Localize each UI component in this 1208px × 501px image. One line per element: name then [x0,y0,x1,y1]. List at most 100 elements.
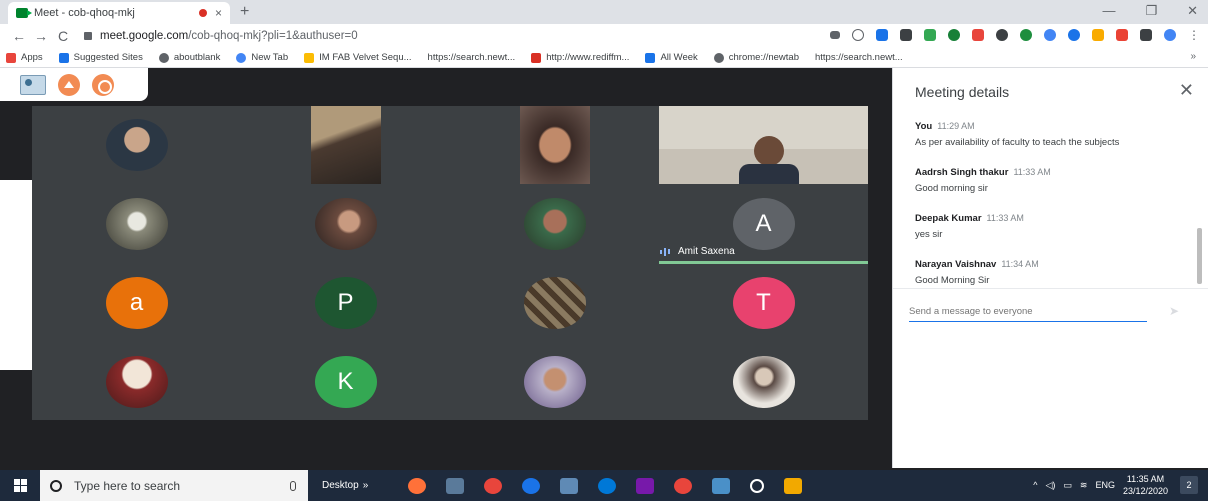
participant-tile[interactable] [450,343,659,421]
bookmark-item[interactable]: Apps [6,52,43,63]
clock[interactable]: 11:35 AM 23/12/2020 [1123,473,1168,497]
bookmark-item[interactable]: aboutblank [158,52,220,63]
address-bar: ← → C meet.google.com /cob-qhoq-mkj?pli=… [0,24,1208,48]
bookmark-item[interactable]: All Week [645,52,698,63]
participant-tile[interactable] [450,185,659,263]
bookmark-item[interactable]: http://www.rediffm... [531,52,629,63]
participant-avatar: a [105,277,168,329]
settings-gear-icon[interactable] [750,478,765,493]
extension-icon[interactable] [1044,29,1056,41]
url-path: /cob-qhoq-mkj?pli=1&authuser=0 [188,30,358,42]
extension-icon[interactable] [948,29,960,41]
new-tab-button[interactable]: + [240,3,249,21]
extension-icon[interactable] [1068,29,1080,41]
photos-icon[interactable] [446,477,465,494]
extension-warning-icon[interactable] [58,73,80,96]
minimize-button[interactable]: — [1102,3,1115,19]
meeting-info-icon[interactable] [20,74,46,95]
participant-tile[interactable] [241,106,450,184]
bookmark-label: http://www.rediffm... [546,52,630,63]
restore-button[interactable]: ❐ [1145,3,1157,19]
extension-icon[interactable] [1020,29,1032,41]
bookmark-item[interactable]: Suggested Sites [58,52,143,63]
extension-icon[interactable] [900,29,912,41]
bookmark-label: https://search.newt... [815,52,903,63]
extension-record-icon[interactable] [92,73,114,96]
start-button[interactable] [0,470,40,501]
chrome-icon[interactable] [674,477,693,494]
file-explorer-icon[interactable] [560,477,579,494]
battery-icon[interactable]: ▭ [1063,480,1072,491]
menu-icon[interactable]: ⋮ [1188,29,1200,41]
puzzle-icon[interactable] [1140,29,1152,41]
participant-tile[interactable] [659,106,868,184]
participant-tile[interactable] [450,106,659,184]
participant-tile[interactable] [450,264,659,342]
language-indicator[interactable]: ENG [1095,480,1115,490]
send-icon[interactable]: ➤ [1169,304,1179,318]
bookmarks-overflow-button[interactable]: » [1190,51,1196,62]
rediff-icon [531,52,542,63]
bookmark-item[interactable]: IM FAB Velvet Sequ... [304,52,412,63]
chat-scrollbar[interactable] [1197,228,1202,284]
extension-icon[interactable] [876,29,888,41]
extension-icon[interactable] [972,29,984,41]
message-sender: You [915,121,933,132]
participant-tile[interactable]: a [32,264,241,342]
panel-close-button[interactable]: ✕ [1179,80,1194,101]
lock-icon [84,32,92,40]
close-window-button[interactable]: ✕ [1187,3,1198,19]
paint-icon[interactable] [784,477,803,494]
reload-button[interactable]: C [52,28,74,44]
back-button[interactable]: ← [8,28,30,44]
extension-icon[interactable] [996,29,1008,41]
participant-video [659,106,868,184]
url-domain: meet.google.com [100,30,189,42]
tab-close-button[interactable]: × [215,6,222,20]
desktop-toolbar[interactable]: Desktop [322,480,359,491]
windows-logo-icon [13,479,27,492]
recording-dot-icon [198,9,207,17]
participant-tile[interactable] [32,343,241,421]
participant-tile[interactable]: P [241,264,450,342]
show-hidden-icons-icon[interactable]: ^ [1033,480,1037,490]
microphone-icon[interactable] [290,480,296,491]
participant-tile[interactable]: T [659,264,868,342]
profile-icon[interactable] [1164,29,1176,41]
extension-icon[interactable] [1092,29,1104,41]
chat-input[interactable] [909,306,1147,317]
taskbar-search[interactable]: Type here to search [40,470,308,501]
chrome-icon[interactable] [484,477,503,494]
check-extension-icon[interactable] [924,29,936,41]
participant-tile[interactable] [32,106,241,184]
camera-icon[interactable] [830,31,840,39]
forward-button[interactable]: → [30,28,52,44]
firefox-icon[interactable] [408,477,427,494]
app-icon[interactable] [712,477,731,494]
message-sender: Aadrsh Singh thakur [915,167,1009,178]
extension-icon[interactable] [1116,29,1128,41]
participant-tile[interactable] [241,185,450,263]
participant-avatar: P [314,277,377,329]
message-text: As per availability of faculty to teach … [915,137,1120,148]
all-week-icon [645,52,656,63]
bookmark-item[interactable]: New Tab [236,52,288,63]
participant-tile[interactable] [659,343,868,421]
participant-tile[interactable]: K [241,343,450,421]
participant-avatar: A [732,198,795,250]
url-field[interactable]: meet.google.com /cob-qhoq-mkj?pli=1&auth… [84,30,358,42]
onenote-icon[interactable] [636,477,655,494]
star-icon[interactable] [852,29,864,41]
bookmark-item[interactable]: https://search.newt... [815,52,903,63]
message-time: 11:29 AM [937,121,975,131]
volume-icon[interactable]: ◁) [1045,480,1055,491]
bookmark-item[interactable]: chrome://newtab [713,52,799,63]
desktop-toolbar-more[interactable]: » [363,480,369,491]
maps-icon[interactable] [522,477,541,494]
network-icon[interactable]: ≋ [1080,480,1088,491]
tab-meet[interactable]: Meet - cob-qhoq-mkj × [8,2,230,24]
participant-tile[interactable] [32,185,241,263]
edge-icon[interactable] [598,477,617,494]
notification-center-button[interactable]: 2 [1180,476,1198,494]
bookmark-item[interactable]: https://search.newt... [428,52,516,63]
